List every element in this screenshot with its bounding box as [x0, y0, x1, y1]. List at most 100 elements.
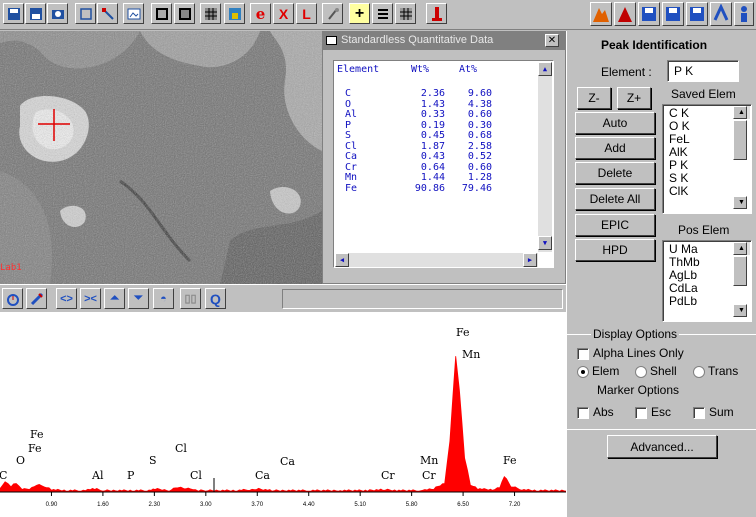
quant-cell-at: 0.52	[467, 151, 492, 162]
list-item[interactable]: ClK	[666, 185, 736, 198]
quant-vscroll[interactable]: ▲ ▼	[538, 62, 552, 252]
l-marker-icon[interactable]: L	[296, 3, 317, 24]
timer-icon[interactable]	[2, 288, 23, 309]
peak-label: O	[16, 454, 25, 467]
list-icon[interactable]	[372, 3, 393, 24]
peak-label: Fe	[30, 428, 44, 441]
window-menu-icon[interactable]	[326, 36, 337, 45]
frame-icon[interactable]	[174, 3, 195, 24]
checkbox-box[interactable]	[577, 347, 589, 360]
scroll-up-icon[interactable]: ▲	[538, 62, 552, 76]
scroll-thumb[interactable]	[733, 256, 747, 286]
radio-dot[interactable]	[635, 365, 647, 378]
save-icon[interactable]	[3, 3, 24, 24]
pointer-icon[interactable]	[97, 3, 118, 24]
quant-title: Standardless Quantitative Data	[341, 34, 494, 46]
z-minus-button[interactable]: Z-	[577, 87, 611, 109]
auto-button[interactable]: Auto	[575, 112, 655, 134]
film-icon[interactable]	[151, 3, 172, 24]
checkbox-box[interactable]	[577, 406, 589, 419]
picture-icon[interactable]	[224, 3, 245, 24]
quant-hscroll[interactable]: ◀ ▶	[335, 253, 538, 267]
hpd-button[interactable]: HPD	[575, 239, 655, 261]
tools-icon[interactable]	[322, 3, 343, 24]
quant-row: Fe 90.86 79.46	[337, 183, 537, 194]
bars-icon[interactable]: ▯▯	[180, 288, 201, 309]
spectrum-chart[interactable]: 0.90 1.60 2.30 3.00 3.70 4.40 5.10 5.80 6.50 7.20…	[0, 312, 566, 517]
delete-button[interactable]: Delete	[575, 162, 655, 184]
quant-row: Ca 0.43 0.52	[337, 151, 537, 162]
radio-dot[interactable]	[577, 365, 589, 378]
esc-checkbox[interactable]: Esc	[635, 405, 671, 419]
delete-all-button[interactable]: Delete All	[575, 188, 655, 210]
scroll-left-icon[interactable]: ◀	[335, 253, 349, 267]
sum-checkbox[interactable]: Sum	[693, 405, 734, 419]
epic-button[interactable]: EPIC	[575, 214, 655, 236]
zoom-icon[interactable]	[75, 3, 96, 24]
scroll-down-icon[interactable]: ▼	[733, 304, 747, 317]
scroll-right-icon[interactable]: ▶	[523, 253, 537, 267]
quant-cell-wt: 90.86	[414, 182, 445, 194]
expand-icon[interactable]: <>	[56, 288, 77, 309]
list-item[interactable]: PdLb	[666, 295, 736, 308]
scroll-thumb[interactable]	[733, 120, 747, 160]
abs-checkbox[interactable]: Abs	[577, 405, 614, 419]
peak-icon[interactable]	[614, 2, 636, 26]
x-tick-label: 0.90	[46, 502, 58, 508]
open-icon[interactable]	[25, 3, 46, 24]
e-marker-icon[interactable]: e	[250, 3, 271, 24]
close-icon[interactable]: ✕	[545, 34, 559, 47]
saved-scrollbar[interactable]: ▲ ▼	[733, 106, 750, 209]
scroll-down-icon[interactable]: ▼	[733, 196, 747, 209]
quant-row: Al 0.33 0.60	[337, 109, 537, 120]
camera-icon[interactable]	[47, 3, 68, 24]
advanced-button[interactable]: Advanced...	[607, 435, 717, 458]
scroll-up-icon[interactable]: ▲	[733, 106, 747, 119]
compress-icon[interactable]: ><	[80, 288, 101, 309]
quant-cell-el: Al	[345, 109, 358, 120]
quant-cell-el: Mn	[345, 172, 358, 183]
brush-icon[interactable]	[26, 288, 47, 309]
esc-label: Esc	[651, 405, 672, 419]
saved-elem-list[interactable]: C KO K FeL AlK P KS K ClK ▲ ▼	[662, 104, 752, 214]
tower-icon[interactable]	[426, 3, 447, 24]
scale-down-icon[interactable]: ⏷	[128, 288, 149, 309]
grid-icon[interactable]	[200, 3, 221, 24]
x-tick-label: 3.00	[200, 502, 212, 508]
disk-icon[interactable]	[638, 2, 660, 26]
quant-cell-at: 0.68	[467, 130, 492, 141]
image-icon[interactable]	[123, 3, 144, 24]
disk3-icon[interactable]	[686, 2, 708, 26]
peak-label: Mn	[420, 454, 438, 467]
radio-dot[interactable]	[693, 365, 705, 378]
element-field[interactable]: P K	[667, 60, 739, 82]
z-plus-button[interactable]: Z+	[617, 87, 651, 109]
mountain-icon[interactable]	[590, 2, 612, 26]
table-icon[interactable]	[395, 3, 416, 24]
overlay-icon[interactable]: ◓	[153, 288, 174, 309]
query-icon[interactable]: Q	[205, 288, 226, 309]
scroll-up-icon[interactable]: ▲	[733, 242, 747, 255]
sem-image[interactable]: Lab1	[0, 31, 322, 284]
alpha-lines-checkbox[interactable]: Alpha Lines Only	[577, 346, 684, 360]
disk2-icon[interactable]	[662, 2, 684, 26]
trans-radio[interactable]: Trans	[693, 364, 738, 378]
run-icon[interactable]	[710, 2, 732, 26]
abs-label: Abs	[593, 405, 614, 419]
add-button[interactable]: Add	[575, 137, 655, 159]
peak-label: C	[0, 469, 7, 482]
checkbox-box[interactable]	[693, 406, 705, 419]
elem-radio[interactable]: Elem	[577, 364, 619, 378]
scroll-down-icon[interactable]: ▼	[538, 236, 552, 250]
crosshair-icon[interactable]: +	[349, 3, 370, 24]
shell-radio[interactable]: Shell	[635, 364, 677, 378]
quant-cell-wt: 0.43	[420, 151, 445, 162]
quant-cell-at: 9.60	[467, 88, 492, 99]
scale-up-icon[interactable]: ⏶	[104, 288, 125, 309]
pos-scrollbar[interactable]: ▲ ▼	[733, 242, 750, 317]
pos-elem-list[interactable]: U Ma ThMb AgLb CdLa PdLb ▲ ▼	[662, 240, 752, 322]
person-icon[interactable]	[734, 2, 754, 26]
checkbox-box[interactable]	[635, 406, 647, 419]
close-x-icon[interactable]: X	[273, 3, 294, 24]
quant-table-area: Element Wt% At% C 2.36 9.60 O 1.43 4.38 Al 0.33…	[333, 60, 554, 268]
